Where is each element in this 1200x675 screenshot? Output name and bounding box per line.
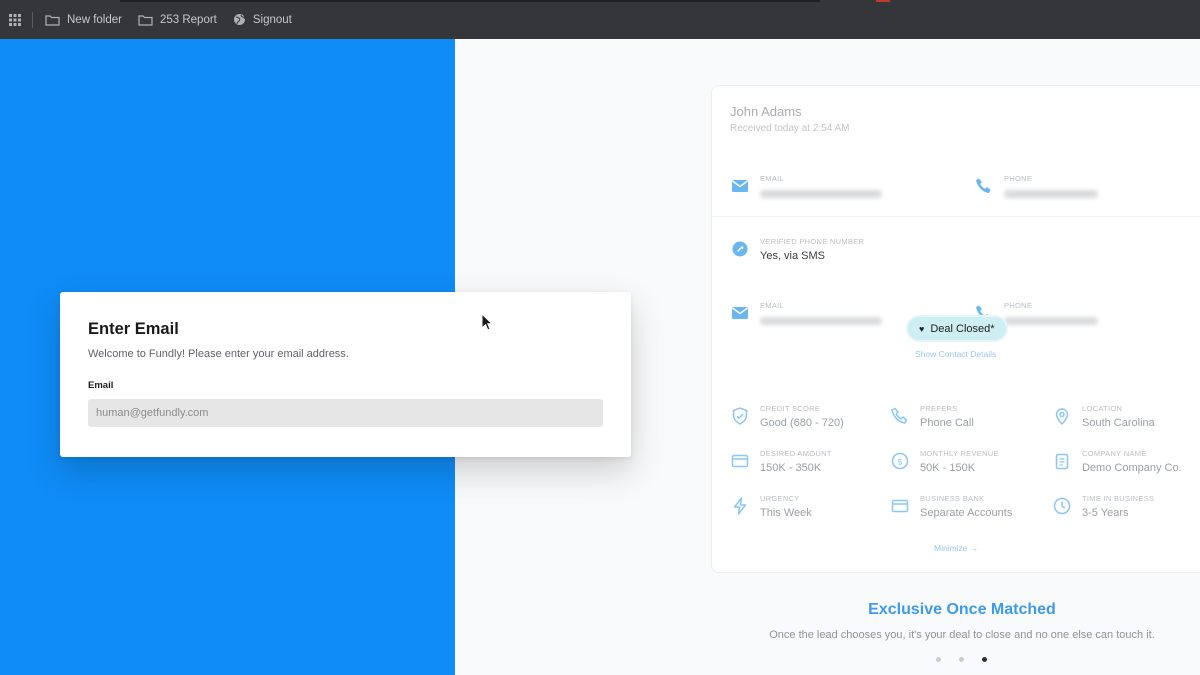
field-label: DESIRED AMOUNT [760, 449, 832, 458]
globe-icon [233, 14, 245, 25]
mail-icon [732, 180, 748, 192]
folder-icon [138, 14, 153, 26]
bookmark-253-report[interactable]: 253 Report [138, 14, 217, 26]
minimize-link[interactable]: Minimize → [934, 543, 978, 553]
field-label: EMAIL [760, 301, 785, 310]
detail-company-name: COMPANY NAME Demo Company Co. [1052, 449, 1182, 474]
field-label: CREDIT SCORE [760, 404, 821, 413]
apps-grid-icon[interactable] [8, 0, 22, 39]
enter-email-dialog: Enter Email Welcome to Fundly! Please en… [60, 292, 631, 457]
location-pin-icon [1055, 408, 1069, 426]
detail-prefers: PREFERS Phone Call [890, 404, 974, 429]
tab-strip-edge [120, 0, 820, 2]
verified-icon [732, 241, 748, 257]
carousel-dots [936, 657, 1005, 662]
dialog-title: Enter Email [88, 320, 179, 338]
field-label: COMPANY NAME [1082, 449, 1147, 458]
field-value: Phone Call [920, 417, 974, 429]
field-value: 50K - 150K [920, 462, 976, 474]
folder-icon [45, 14, 60, 26]
bookmark-label: 253 Report [159, 13, 217, 26]
detail-urgency: URGENCY This Week [730, 494, 812, 519]
lead-name: John Adams [730, 104, 802, 119]
field-value: 3-5 Years [1082, 507, 1129, 519]
detail-credit-score: CREDIT SCORE Good (680 - 720) [730, 404, 844, 429]
dialog-subtitle: Welcome to Fundly! Please enter your ema… [88, 348, 349, 360]
field-value: South Carolina [1082, 417, 1155, 429]
field-label: LOCATION [1082, 404, 1123, 413]
promo-headline: Exclusive Once Matched [868, 601, 1056, 618]
bookmarks-bar: New folder 253 Report Signout [0, 0, 1200, 39]
mail-icon [732, 307, 748, 319]
badge-label: Deal Closed* [930, 322, 995, 335]
card-icon [731, 454, 749, 468]
lead-verified-field: VERIFIED PHONE NUMBER Yes, via SMS [730, 237, 864, 262]
lead-received-time: Received today at 2:54 AM [730, 123, 850, 134]
lead-divider [712, 216, 1200, 217]
field-label: TIME IN BUSINESS [1082, 494, 1155, 503]
field-label: BUSINESS BANK [920, 494, 985, 503]
redacted-value [1004, 190, 1098, 198]
carousel-dot-active[interactable] [982, 657, 987, 662]
mouse-cursor-icon [481, 313, 493, 331]
carousel-dot[interactable] [936, 657, 941, 662]
recording-indicator [876, 0, 890, 2]
field-value: Demo Company Co. [1082, 462, 1182, 474]
redacted-value [760, 190, 882, 198]
field-value: Good (680 - 720) [760, 417, 844, 429]
shield-icon [732, 407, 748, 425]
field-label: VERIFIED PHONE NUMBER [760, 237, 865, 246]
svg-text:$: $ [897, 458, 903, 468]
redacted-value [760, 317, 882, 325]
field-label: PHONE [1004, 174, 1033, 183]
heart-icon: ♥ [919, 323, 925, 334]
carousel-dot[interactable] [959, 657, 964, 662]
card-icon [891, 499, 909, 513]
detail-monthly-revenue: $ MONTHLY REVENUE 50K - 150K [890, 449, 999, 474]
detail-location: LOCATION South Carolina [1052, 404, 1155, 429]
dollar-icon: $ [891, 452, 909, 470]
lead-email-field: EMAIL [730, 301, 882, 325]
detail-business-bank: BUSINESS BANK Separate Accounts [890, 494, 1012, 519]
email-input[interactable] [88, 399, 603, 427]
field-label: EMAIL [760, 174, 785, 183]
email-field-label: Email [88, 380, 114, 391]
bookmark-new-folder[interactable]: New folder [45, 14, 122, 26]
field-value: Yes, via SMS [760, 250, 826, 262]
field-value: 150K - 350K [760, 462, 822, 474]
field-label: URGENCY [760, 494, 800, 503]
bookmark-label: Signout [252, 13, 292, 26]
phone-icon [976, 178, 991, 193]
redacted-value [1004, 317, 1098, 325]
field-label: PHONE [1004, 301, 1033, 310]
show-contact-details-link[interactable]: Show Contact Details [915, 349, 996, 359]
phone-icon [891, 407, 908, 424]
promo-subline: Once the lead chooses you, it's your dea… [769, 629, 1155, 641]
field-value: Separate Accounts [920, 507, 1013, 519]
field-label: MONTHLY REVENUE [920, 449, 999, 458]
detail-desired-amount: DESIRED AMOUNT 150K - 350K [730, 449, 832, 474]
bookmarks-separator [32, 11, 33, 28]
deal-closed-badge: ♥ Deal Closed* [908, 317, 1006, 340]
detail-time-in-business: TIME IN BUSINESS 3-5 Years [1052, 494, 1154, 519]
field-label: PREFERS [920, 404, 958, 413]
bookmark-signout[interactable]: Signout [233, 13, 292, 26]
clock-icon [1053, 497, 1071, 515]
lead-phone-field: PHONE [974, 174, 1098, 198]
lead-email-field: EMAIL [730, 174, 882, 198]
lightning-icon [733, 497, 747, 515]
field-value: This Week [760, 507, 812, 519]
bookmark-label: New folder [67, 13, 122, 26]
clipboard-icon [1055, 453, 1069, 470]
